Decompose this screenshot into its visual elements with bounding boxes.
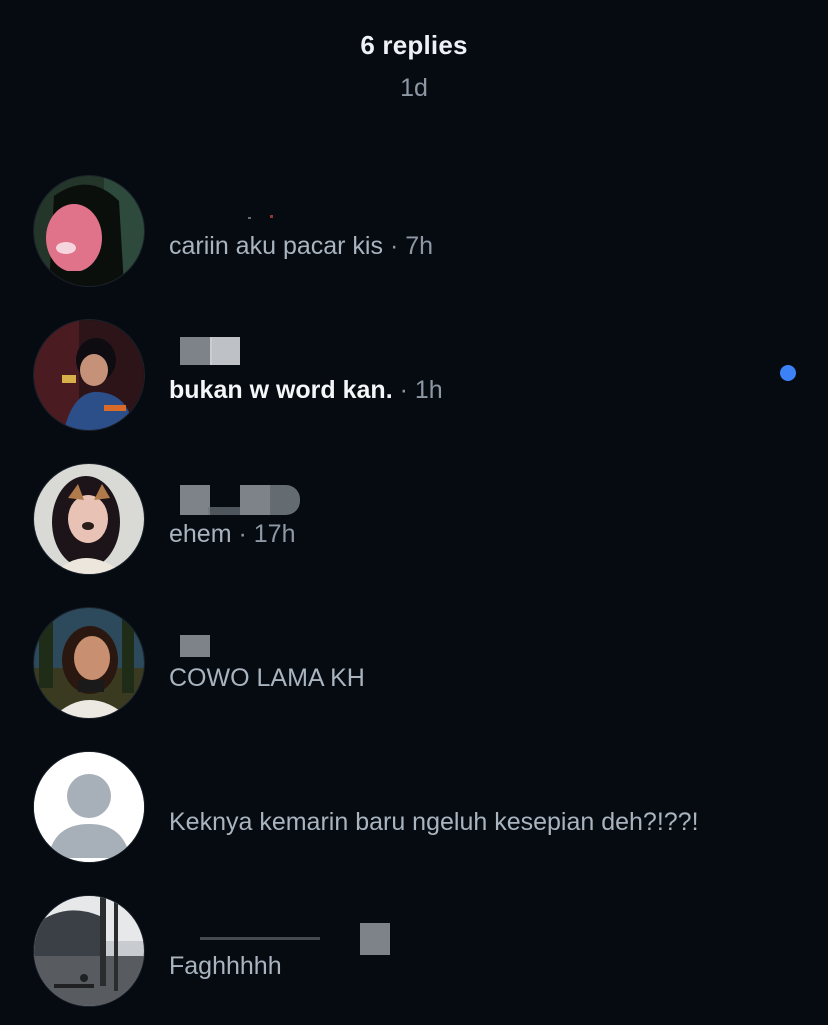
redacted-username: [170, 337, 470, 369]
user-avatar[interactable]: [33, 319, 145, 431]
user-avatar[interactable]: [33, 607, 145, 719]
user-avatar[interactable]: [33, 895, 145, 1007]
reply-time: 1h: [414, 376, 443, 404]
reply-time: 7h: [405, 232, 434, 260]
reply-message-line: bukan w word kan. · 1h: [169, 376, 443, 405]
redacted-username: [170, 195, 470, 225]
user-avatar[interactable]: [33, 463, 145, 575]
reply-time: 17h: [253, 520, 296, 548]
unread-indicator: [780, 365, 796, 381]
replies-age: 1d: [400, 74, 428, 102]
photo-avatar-icon: [34, 176, 144, 286]
reply-text: COWO LAMA KH: [169, 664, 365, 692]
reply-text: cariin aku pacar kis: [169, 232, 383, 260]
reply-item[interactable]: COWO LAMA KH: [0, 607, 828, 737]
user-avatar[interactable]: [33, 175, 145, 287]
replies-header: 6 replies 1d: [0, 0, 828, 120]
reply-text: ehem: [169, 520, 232, 548]
reply-message-line: Keknya kemarin baru ngeluh kesepian deh?…: [169, 808, 699, 837]
user-avatar[interactable]: [33, 751, 145, 863]
reply-item[interactable]: Keknya kemarin baru ngeluh kesepian deh?…: [0, 751, 828, 881]
separator-dot: ·: [238, 520, 247, 548]
reply-message-line: Faghhhhh: [169, 952, 282, 981]
redacted-username: [170, 627, 470, 657]
separator-dot: ·: [399, 376, 408, 404]
default-profile-icon: [34, 752, 144, 862]
reply-message-line: COWO LAMA KH: [169, 664, 365, 693]
reply-item[interactable]: Faghhhhh: [0, 895, 828, 1025]
reply-text: bukan w word kan.: [169, 376, 393, 404]
reply-item[interactable]: bukan w word kan. · 1h: [0, 319, 828, 449]
reply-message-line: cariin aku pacar kis · 7h: [169, 232, 433, 261]
photo-avatar-icon: [34, 464, 144, 574]
photo-avatar-icon: [34, 608, 144, 718]
reply-text: Faghhhhh: [169, 952, 282, 980]
replies-count-title: 6 replies: [360, 30, 468, 60]
reply-message-line: ehem · 17h: [169, 520, 296, 549]
redacted-username: [170, 483, 470, 515]
photo-avatar-icon: [34, 320, 144, 430]
photo-avatar-icon: [34, 896, 144, 1006]
redacted-username: [170, 915, 470, 955]
reply-text: Keknya kemarin baru ngeluh kesepian deh?…: [169, 808, 699, 836]
reply-item[interactable]: ehem · 17h: [0, 463, 828, 593]
reply-item[interactable]: cariin aku pacar kis · 7h: [0, 175, 828, 305]
separator-dot: ·: [389, 232, 399, 260]
